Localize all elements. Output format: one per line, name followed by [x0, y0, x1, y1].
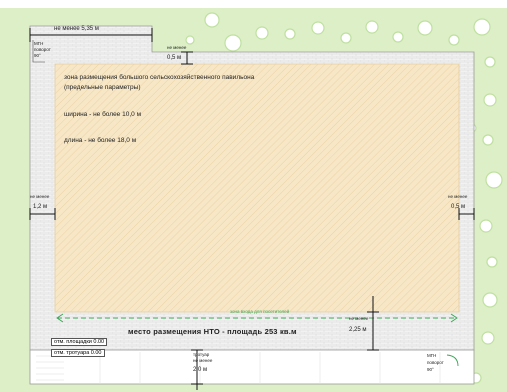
dim-left-gap-value: 1,2 м: [33, 204, 48, 210]
pavilion-length-limit: длина - не более 18,0 м: [64, 137, 137, 144]
pavilion-zone-hatch: [54, 63, 460, 313]
elevation-square-label: отм. площадки 0.00: [51, 338, 108, 346]
dim-right-gap-min: не менее: [448, 194, 468, 199]
nto-label: место размещения НТО - площадь 253 кв.м: [128, 327, 297, 336]
mgn-bottom-label-2: поворот: [427, 360, 444, 365]
mgn-top-label-3: 90°: [34, 53, 41, 58]
elevation-sidewalk-label: отм. тротуара 0.00: [51, 349, 105, 357]
dim-top-gap-value: 0,5 м: [167, 55, 182, 61]
dim-bottom-gap-value: 2,25 м: [349, 327, 367, 333]
entry-zone-label: зона входа для посетителей: [230, 309, 290, 314]
sidewalk-value: 2,0 м: [193, 367, 208, 373]
mgn-bottom-label-3: 90°: [427, 367, 434, 372]
dim-bottom-gap-min: не менее: [349, 316, 369, 321]
pavilion-title-line1: зона размещения большого сельскохозяйств…: [64, 74, 255, 81]
mgn-bottom-label-1: МГН: [427, 353, 437, 358]
dim-top-left-width: не менее 5,35 м: [54, 26, 99, 32]
dim-left-gap-min: не менее: [30, 194, 50, 199]
dim-top-gap-min: не менее: [167, 45, 187, 50]
pavilion-title-line2: (предельные параметры): [64, 84, 141, 91]
dim-right-gap-value: 0,5 м: [451, 204, 466, 210]
pavilion-width-limit: ширина - не более 10,0 м: [64, 111, 142, 118]
top-edge: [0, 0, 507, 8]
sidewalk-min: не менее: [193, 358, 213, 363]
